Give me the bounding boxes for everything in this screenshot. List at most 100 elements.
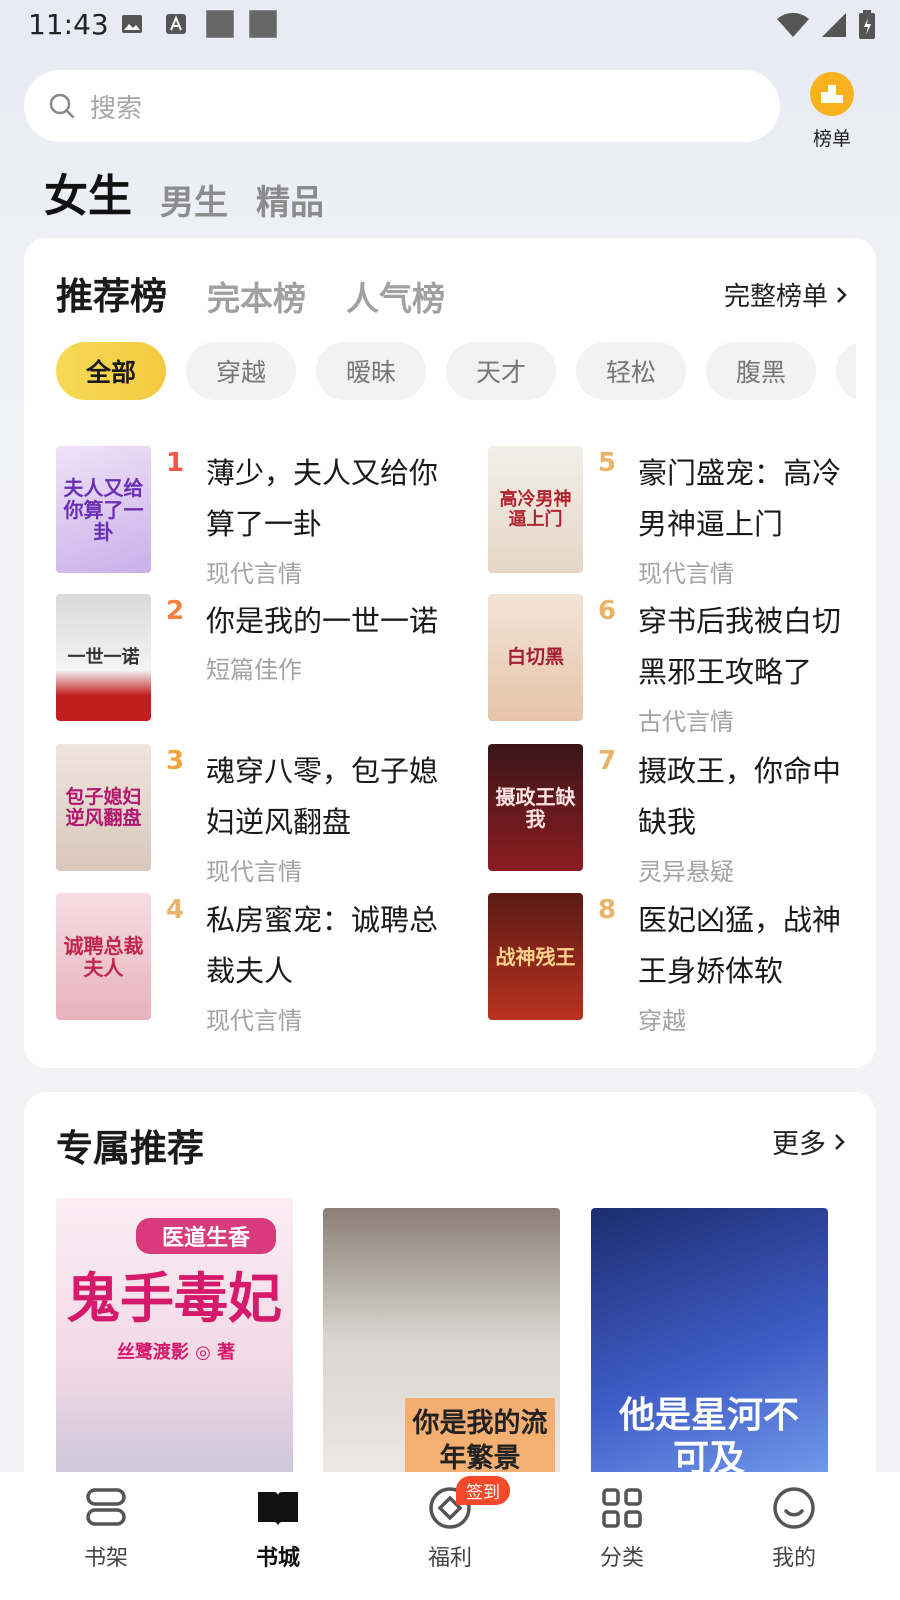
notification-square-icon	[249, 10, 277, 38]
cover-author: 丝鹭渡影 ◎ 著	[116, 1342, 236, 1363]
rank-number: 5	[598, 448, 617, 478]
book-title: 医妃凶猛，战神王身娇体软	[638, 903, 842, 988]
book-cover: 战神残王	[488, 893, 583, 1020]
rank-list-label: 榜单	[812, 128, 851, 150]
status-bar: 11:43	[0, 0, 900, 50]
tab-popular[interactable]: 人气榜	[346, 272, 445, 320]
exclusive-recommend-card: 专属推荐 更多 医道生香 鬼手毒妃 丝鹭渡影 ◎ 著 你是我的流年繁景 他是星河…	[24, 1092, 876, 1512]
wifi-icon	[777, 12, 809, 38]
tab-female[interactable]: 女生	[44, 160, 132, 224]
ranking-book-3[interactable]: 包子媳妇逆风翻盘 3 魂穿八零，包子媳妇逆风翻盘 现代言情	[56, 744, 456, 886]
chip-all[interactable]: 全部	[56, 342, 166, 400]
signal-icon	[822, 13, 846, 37]
chevron-right-icon	[835, 1133, 845, 1150]
nav-category[interactable]: 分类	[562, 1472, 682, 1600]
cover-subtitle: 医道生香	[136, 1218, 276, 1254]
chip-time-travel[interactable]: 穿越	[186, 342, 296, 400]
search-icon	[49, 93, 75, 119]
chip-partial[interactable]	[836, 342, 856, 400]
book-cover: 白切黑	[488, 594, 583, 721]
search-placeholder: 搜索	[90, 93, 143, 124]
image-notification-icon	[122, 15, 142, 33]
cover-title: 鬼手毒妃	[66, 1266, 282, 1330]
book-title: 你是我的一世一诺	[206, 604, 439, 638]
book-category: 现代言情	[638, 560, 734, 588]
grid-icon	[602, 1488, 642, 1528]
rank-number: 8	[598, 895, 617, 925]
chip-relaxed[interactable]: 轻松	[576, 342, 686, 400]
exclusive-book-2[interactable]: 你是我的流年繁景	[323, 1208, 560, 1498]
ranking-book-2[interactable]: 一世一诺 2 你是我的一世一诺 短篇佳作	[56, 594, 456, 729]
ranking-book-8[interactable]: 战神残王 8 医妃凶猛，战神王身娇体软 穿越	[488, 893, 888, 1035]
rank-list-button[interactable]: 榜单	[800, 72, 864, 151]
exclusive-book-1[interactable]: 医道生香 鬼手毒妃 丝鹭渡影 ◎ 著	[56, 1198, 293, 1498]
rank-number: 4	[166, 895, 185, 925]
sign-in-badge: 签到	[456, 1476, 510, 1505]
book-category: 现代言情	[206, 1007, 302, 1035]
nav-label: 书城	[255, 1546, 300, 1571]
chevron-right-icon	[837, 286, 847, 303]
rank-number: 7	[598, 746, 617, 776]
book-category: 现代言情	[206, 560, 302, 588]
book-cover: 包子媳妇逆风翻盘	[56, 744, 151, 871]
ranking-book-1[interactable]: 夫人又给你算了一卦 1 薄少，夫人又给你算了一卦 现代言情	[56, 446, 456, 588]
notification-square-icon	[206, 10, 234, 38]
book-cover: 诚聘总裁夫人	[56, 893, 151, 1020]
tag-filter-bar: 全部 穿越 暧昧 天才 轻松 腹黑	[56, 342, 856, 400]
font-notification-icon	[166, 14, 186, 34]
book-cover: 摄政王缺我	[488, 744, 583, 871]
rank-number: 3	[166, 746, 185, 776]
tab-completed[interactable]: 完本榜	[207, 272, 306, 320]
nav-mine[interactable]: 我的	[734, 1472, 854, 1600]
nav-label: 书架	[83, 1546, 128, 1571]
status-time: 11:43	[28, 8, 109, 41]
chip-scheming[interactable]: 腹黑	[706, 342, 816, 400]
nav-welfare[interactable]: 签到 福利	[390, 1472, 510, 1600]
smile-icon	[773, 1487, 815, 1529]
book-title: 薄少，夫人又给你算了一卦	[206, 456, 439, 541]
ranking-book-4[interactable]: 诚聘总裁夫人 4 私房蜜宠：诚聘总裁夫人 现代言情	[56, 893, 456, 1035]
book-open-icon	[258, 1492, 298, 1526]
battery-icon	[859, 10, 875, 39]
ranking-book-5[interactable]: 高冷男神逼上门 5 豪门盛宠：高冷男神逼上门 现代言情	[488, 446, 888, 588]
cover-title: 他是星河不可及	[618, 1394, 799, 1480]
ranking-book-7[interactable]: 摄政王缺我 7 摄政王，你命中缺我 灵异悬疑	[488, 744, 888, 886]
book-cover: 一世一诺	[56, 594, 151, 721]
ranking-card: 推荐榜 完本榜 人气榜 完整榜单 全部 穿越 暧昧 天才 轻松 腹黑 夫人又给你…	[24, 238, 876, 1068]
bookshelf-icon	[86, 1488, 126, 1526]
book-category: 穿越	[638, 1007, 686, 1035]
book-title: 摄政王，你命中缺我	[638, 754, 842, 839]
bottom-navigation: 书架 书城 签到 福利 分类 我的	[0, 1472, 900, 1600]
book-category: 灵异悬疑	[638, 858, 734, 886]
book-cover: 高冷男神逼上门	[488, 446, 583, 573]
nav-label: 福利	[427, 1546, 472, 1571]
chip-genius[interactable]: 天才	[446, 342, 556, 400]
section-title: 专属推荐	[56, 1127, 204, 1170]
nav-label: 分类	[599, 1546, 644, 1571]
nav-bookshelf[interactable]: 书架	[46, 1472, 166, 1600]
search-input[interactable]: 搜索	[24, 70, 780, 142]
book-title: 私房蜜宠：诚聘总裁夫人	[206, 903, 439, 988]
nav-label: 我的	[771, 1546, 816, 1571]
book-category: 短篇佳作	[206, 656, 302, 684]
rank-number: 1	[166, 448, 185, 478]
full-list-link[interactable]: 完整榜单	[724, 276, 848, 313]
trophy-icon	[810, 72, 854, 116]
book-cover: 夫人又给你算了一卦	[56, 446, 151, 573]
book-title: 穿书后我被白切黑邪王攻略了	[638, 604, 842, 689]
book-category: 现代言情	[206, 858, 302, 886]
chip-ambiguous[interactable]: 暧昧	[316, 342, 426, 400]
book-category: 古代言情	[638, 708, 734, 736]
more-link[interactable]: 更多	[772, 1122, 846, 1161]
tab-recommended[interactable]: 推荐榜	[56, 266, 167, 320]
ranking-tabs: 推荐榜 完本榜 人气榜	[56, 266, 445, 320]
exclusive-book-3[interactable]: 他是星河不可及	[591, 1208, 828, 1498]
tab-premium[interactable]: 精品	[256, 175, 324, 224]
rank-number: 6	[598, 596, 617, 626]
book-title: 豪门盛宠：高冷男神逼上门	[638, 456, 842, 541]
rank-number: 2	[166, 596, 185, 626]
more-label: 更多	[772, 1129, 826, 1160]
ranking-book-6[interactable]: 白切黑 6 穿书后我被白切黑邪王攻略了 古代言情	[488, 594, 888, 736]
tab-male[interactable]: 男生	[160, 175, 228, 224]
nav-bookstore[interactable]: 书城	[218, 1472, 338, 1600]
